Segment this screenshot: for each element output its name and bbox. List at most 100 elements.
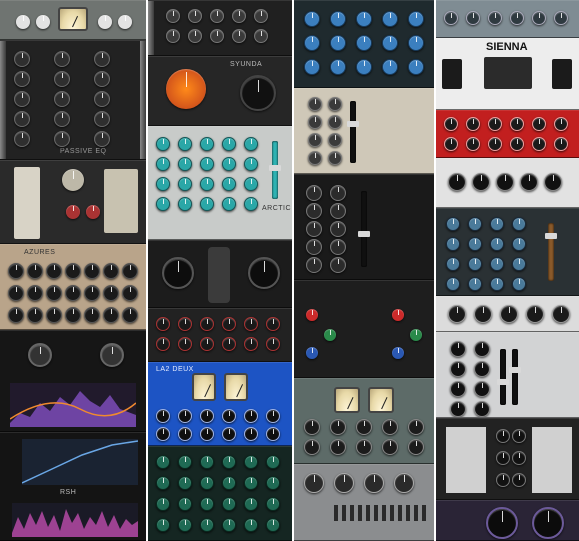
control-knob[interactable]	[156, 177, 170, 191]
control-knob[interactable]	[84, 285, 100, 301]
control-knob[interactable]	[544, 173, 562, 191]
control-knob[interactable]	[166, 9, 180, 23]
control-knob[interactable]	[200, 427, 214, 441]
control-knob[interactable]	[254, 29, 268, 43]
control-knob[interactable]	[306, 203, 322, 219]
control-knob[interactable]	[84, 263, 100, 279]
control-knob[interactable]	[222, 497, 236, 511]
band-knob[interactable]	[100, 343, 124, 367]
control-knob[interactable]	[526, 305, 544, 323]
control-knob[interactable]	[474, 381, 490, 397]
control-knob[interactable]	[84, 307, 100, 323]
control-knob[interactable]	[306, 221, 322, 237]
control-knob[interactable]	[94, 131, 110, 147]
control-knob[interactable]	[554, 117, 568, 131]
control-knob[interactable]	[266, 427, 280, 441]
control-knob[interactable]	[244, 337, 258, 351]
control-knob[interactable]	[382, 35, 398, 51]
control-knob[interactable]	[304, 35, 320, 51]
control-knob[interactable]	[188, 9, 202, 23]
control-knob[interactable]	[266, 455, 280, 469]
control-knob[interactable]	[103, 263, 119, 279]
control-knob[interactable]	[156, 137, 170, 151]
control-knob[interactable]	[450, 401, 466, 417]
control-knob[interactable]	[330, 11, 346, 27]
control-knob[interactable]	[222, 518, 236, 532]
control-knob[interactable]	[54, 91, 70, 107]
large-dial[interactable]	[486, 507, 518, 539]
control-knob[interactable]	[408, 419, 424, 435]
control-knob[interactable]	[244, 177, 258, 191]
control-knob[interactable]	[266, 317, 280, 331]
control-knob[interactable]	[364, 473, 384, 493]
control-knob[interactable]	[490, 217, 504, 231]
control-knob[interactable]	[54, 131, 70, 147]
control-knob[interactable]	[488, 117, 502, 131]
control-knob[interactable]	[200, 157, 214, 171]
control-knob[interactable]	[166, 29, 180, 43]
control-knob[interactable]	[254, 9, 268, 23]
control-knob[interactable]	[330, 59, 346, 75]
control-knob[interactable]	[408, 59, 424, 75]
control-knob[interactable]	[266, 409, 280, 423]
control-knob[interactable]	[27, 285, 43, 301]
gain-knob[interactable]	[118, 15, 132, 29]
control-knob[interactable]	[178, 337, 192, 351]
control-knob[interactable]	[156, 337, 170, 351]
control-knob[interactable]	[450, 381, 466, 397]
control-knob[interactable]	[200, 137, 214, 151]
control-knob[interactable]	[512, 473, 526, 487]
channel-fader[interactable]	[545, 223, 557, 281]
control-knob[interactable]	[156, 455, 170, 469]
control-knob[interactable]	[266, 476, 280, 490]
control-knob[interactable]	[8, 307, 24, 323]
control-knob[interactable]	[46, 285, 62, 301]
control-knob[interactable]	[532, 137, 546, 151]
control-knob[interactable]	[468, 257, 482, 271]
control-knob[interactable]	[65, 263, 81, 279]
control-knob[interactable]	[304, 439, 320, 455]
control-knob[interactable]	[222, 476, 236, 490]
control-knob[interactable]	[14, 91, 30, 107]
center-fader[interactable]	[358, 191, 370, 267]
control-knob[interactable]	[65, 307, 81, 323]
control-knob[interactable]	[178, 157, 192, 171]
channel-fader[interactable]	[509, 349, 521, 405]
control-knob[interactable]	[308, 115, 322, 129]
control-knob[interactable]	[330, 203, 346, 219]
control-knob[interactable]	[308, 97, 322, 111]
control-knob[interactable]	[466, 137, 480, 151]
control-knob[interactable]	[330, 239, 346, 255]
control-knob[interactable]	[496, 429, 510, 443]
control-knob[interactable]	[500, 305, 518, 323]
control-knob[interactable]	[103, 307, 119, 323]
control-knob[interactable]	[450, 341, 466, 357]
control-knob[interactable]	[512, 429, 526, 443]
control-knob[interactable]	[156, 427, 170, 441]
control-knob[interactable]	[304, 11, 320, 27]
control-knob[interactable]	[474, 341, 490, 357]
control-knob[interactable]	[474, 401, 490, 417]
control-knob[interactable]	[200, 317, 214, 331]
control-knob[interactable]	[156, 317, 170, 331]
control-knob[interactable]	[244, 157, 258, 171]
control-knob[interactable]	[200, 197, 214, 211]
control-knob[interactable]	[222, 317, 236, 331]
control-knob[interactable]	[334, 473, 354, 493]
control-knob[interactable]	[178, 177, 192, 191]
control-knob[interactable]	[244, 518, 258, 532]
control-knob[interactable]	[512, 237, 526, 251]
control-knob[interactable]	[266, 518, 280, 532]
band-knob[interactable]	[324, 329, 336, 341]
control-knob[interactable]	[200, 476, 214, 490]
control-knob[interactable]	[474, 305, 492, 323]
control-knob[interactable]	[222, 157, 236, 171]
control-knob[interactable]	[490, 257, 504, 271]
control-knob[interactable]	[244, 427, 258, 441]
control-knob[interactable]	[122, 307, 138, 323]
control-knob[interactable]	[222, 197, 236, 211]
control-knob[interactable]	[8, 285, 24, 301]
control-knob[interactable]	[200, 337, 214, 351]
gain-knob[interactable]	[16, 15, 30, 29]
control-knob[interactable]	[408, 35, 424, 51]
